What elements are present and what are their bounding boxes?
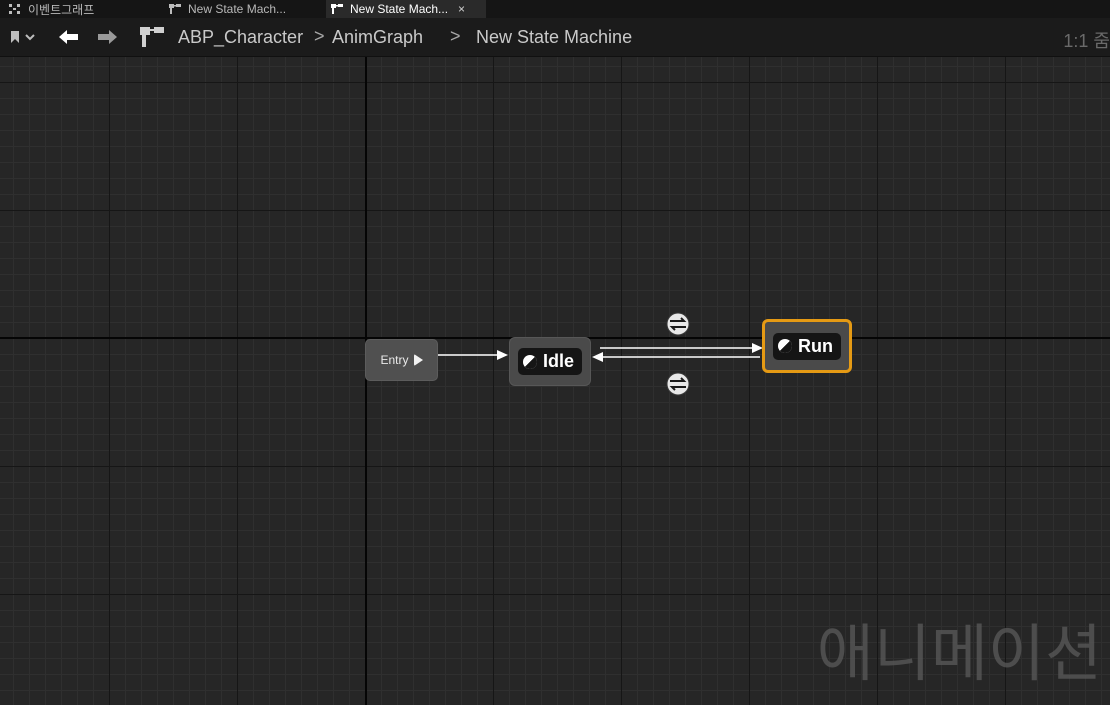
graph-type-watermark: 애니메이션 <box>816 617 1102 690</box>
state-icon <box>778 339 792 353</box>
state-title: Idle <box>517 348 582 375</box>
entry-node[interactable]: Entry <box>365 339 438 381</box>
entry-label: Entry <box>380 353 409 367</box>
state-icon <box>522 354 537 369</box>
state-node-run[interactable]: Run <box>762 319 852 373</box>
state-title: Run <box>773 332 841 360</box>
transition-run-to-idle[interactable] <box>592 352 760 362</box>
transition-entry-to-idle[interactable] <box>438 350 508 360</box>
state-name: Idle <box>542 351 574 371</box>
entry-output-pin[interactable] <box>413 354 423 366</box>
state-name: Run <box>798 335 833 356</box>
transition-rule-icon[interactable] <box>666 312 690 336</box>
transition-idle-to-run[interactable] <box>600 343 763 353</box>
state-node-idle[interactable]: Idle <box>509 337 591 386</box>
transition-rule-icon[interactable] <box>666 372 690 396</box>
